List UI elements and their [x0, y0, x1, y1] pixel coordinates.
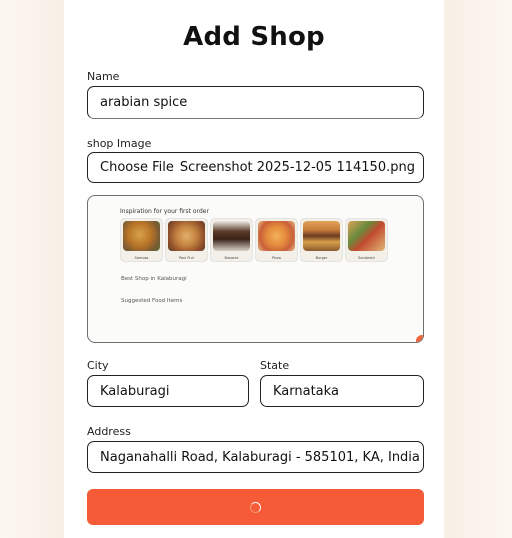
city-label: City	[87, 359, 109, 372]
preview-corner-dot	[416, 335, 423, 342]
preview-food-item: Brownie	[211, 219, 252, 261]
shop-image-preview: Inspiration for your first order Samosa …	[87, 195, 424, 343]
preview-food-items: Samosa Pani Puri Brownie Pizza Burger Sa…	[121, 219, 387, 261]
state-input-value: Karnataka	[273, 383, 339, 399]
choose-file-button[interactable]: Choose File	[100, 160, 174, 175]
preview-heading: Inspiration for your first order	[120, 208, 209, 215]
sandwich-image	[348, 221, 385, 251]
preview-line-1: Best Shop in Kalaburagi	[121, 276, 187, 282]
preview-food-item: Pizza	[256, 219, 297, 261]
state-input[interactable]: Karnataka	[260, 375, 424, 407]
brownie-image	[213, 221, 250, 251]
burger-image	[303, 221, 340, 251]
city-input-value: Kalaburagi	[100, 383, 170, 399]
preview-food-item: Samosa	[121, 219, 162, 261]
add-shop-card: Add Shop Name arabian spice shop Image C…	[64, 0, 444, 538]
preview-food-item: Burger	[301, 219, 342, 261]
loading-spinner-icon	[250, 501, 261, 513]
pizza-image	[258, 221, 295, 251]
name-input[interactable]: arabian spice	[87, 86, 424, 119]
preview-food-item: Sandwich	[346, 219, 387, 261]
shop-image-file-input[interactable]: Choose File Screenshot 2025-12-05 114150…	[87, 152, 424, 183]
submit-button[interactable]	[87, 489, 424, 525]
preview-line-2: Suggested Food Items	[121, 298, 183, 304]
name-label: Name	[87, 70, 120, 83]
pani-puri-image	[168, 221, 205, 251]
samosa-image	[123, 221, 160, 251]
address-input[interactable]: Naganahalli Road, Kalaburagi - 585101, K…	[87, 441, 424, 473]
city-input[interactable]: Kalaburagi	[87, 375, 249, 407]
page-background-left	[0, 0, 64, 538]
page-background-right	[444, 0, 512, 538]
address-label: Address	[87, 425, 131, 438]
state-label: State	[260, 359, 290, 372]
selected-file-name: Screenshot 2025-12-05 114150.png	[179, 160, 415, 175]
address-input-value: Naganahalli Road, Kalaburagi - 585101, K…	[100, 449, 420, 465]
shop-image-label: shop Image	[87, 137, 152, 150]
page-title: Add Shop	[183, 22, 325, 52]
name-input-value: arabian spice	[100, 95, 188, 110]
preview-food-item: Pani Puri	[166, 219, 207, 261]
